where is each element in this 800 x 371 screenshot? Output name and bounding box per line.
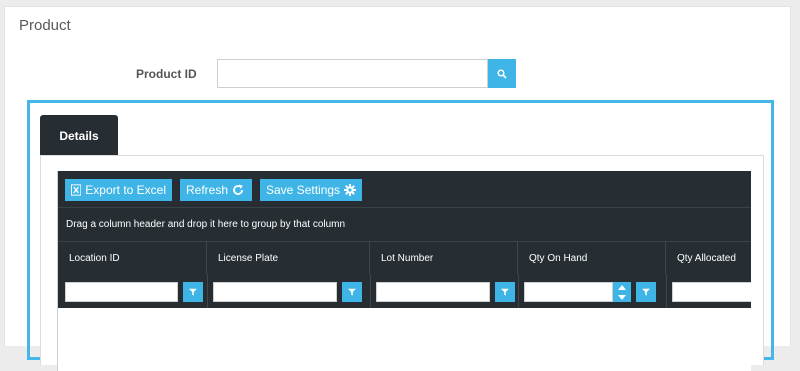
column-separator [666,274,667,308]
refresh-button[interactable]: Refresh [180,179,252,201]
product-panel: Product Product ID Details Export to Exc [4,6,791,371]
filter-input-license-plate[interactable] [213,282,337,302]
inventory-grid: Export to Excel Refresh Save Settings Dr… [57,171,751,371]
qty-on-hand-stepper[interactable] [613,282,631,302]
filter-icon [642,288,650,296]
column-separator [518,274,519,308]
save-settings-button[interactable]: Save Settings [260,179,362,201]
filter-input-lot-number[interactable] [376,282,490,302]
gear-icon [344,184,356,196]
grid-header-row: Location ID License Plate Lot Number Qty… [58,242,751,274]
group-by-hint: Drag a column header and drop it here to… [66,219,346,230]
search-icon [497,68,507,79]
column-header-label: Qty On Hand [529,252,588,264]
grid-toolbar: Export to Excel Refresh Save Settings [58,171,751,208]
filter-button-location-id[interactable] [183,282,203,302]
export-to-excel-label: Export to Excel [85,183,166,197]
filter-input-qty-on-hand[interactable] [524,282,613,302]
column-separator [370,274,371,308]
column-header-label: Location ID [69,252,120,264]
filter-icon [501,288,509,296]
filter-icon [348,288,356,296]
tab-details[interactable]: Details [40,115,118,156]
filter-button-lot-number[interactable] [495,282,515,302]
save-settings-label: Save Settings [266,183,341,197]
grid-body [58,308,751,371]
filter-button-qty-on-hand[interactable] [636,282,656,302]
filter-input-qty-allocated[interactable] [672,282,751,302]
column-header-location-id[interactable]: Location ID [58,242,207,274]
tab-content: Export to Excel Refresh Save Settings Dr… [40,155,764,371]
stepper-down-button[interactable] [613,292,631,302]
excel-icon [71,184,82,196]
column-header-label: Lot Number [381,252,434,264]
filter-icon [189,288,197,296]
filter-button-license-plate[interactable] [342,282,362,302]
column-header-license-plate[interactable]: License Plate [207,242,370,274]
caret-up-icon [618,284,626,290]
column-header-qty-allocated[interactable]: Qty Allocated [666,242,766,274]
group-by-drop-area[interactable]: Drag a column header and drop it here to… [58,208,751,242]
stepper-up-button[interactable] [613,282,631,292]
column-header-label: License Plate [218,252,279,264]
refresh-icon [233,184,243,195]
caret-down-icon [618,294,626,300]
product-id-input[interactable] [217,59,488,88]
refresh-label: Refresh [186,183,229,197]
column-header-qty-on-hand[interactable]: Qty On Hand [518,242,666,274]
export-to-excel-button[interactable]: Export to Excel [65,179,172,201]
product-id-search-button[interactable] [488,59,516,88]
column-header-label: Qty Allocated [677,252,736,264]
product-id-label: Product ID [136,67,197,81]
grid-filter-row [58,274,751,308]
column-header-lot-number[interactable]: Lot Number [370,242,518,274]
page-title: Product [19,17,71,34]
column-separator [207,274,208,308]
filter-input-location-id[interactable] [65,282,178,302]
tab-frame: Details Export to Excel Refresh Save Set… [27,100,774,371]
